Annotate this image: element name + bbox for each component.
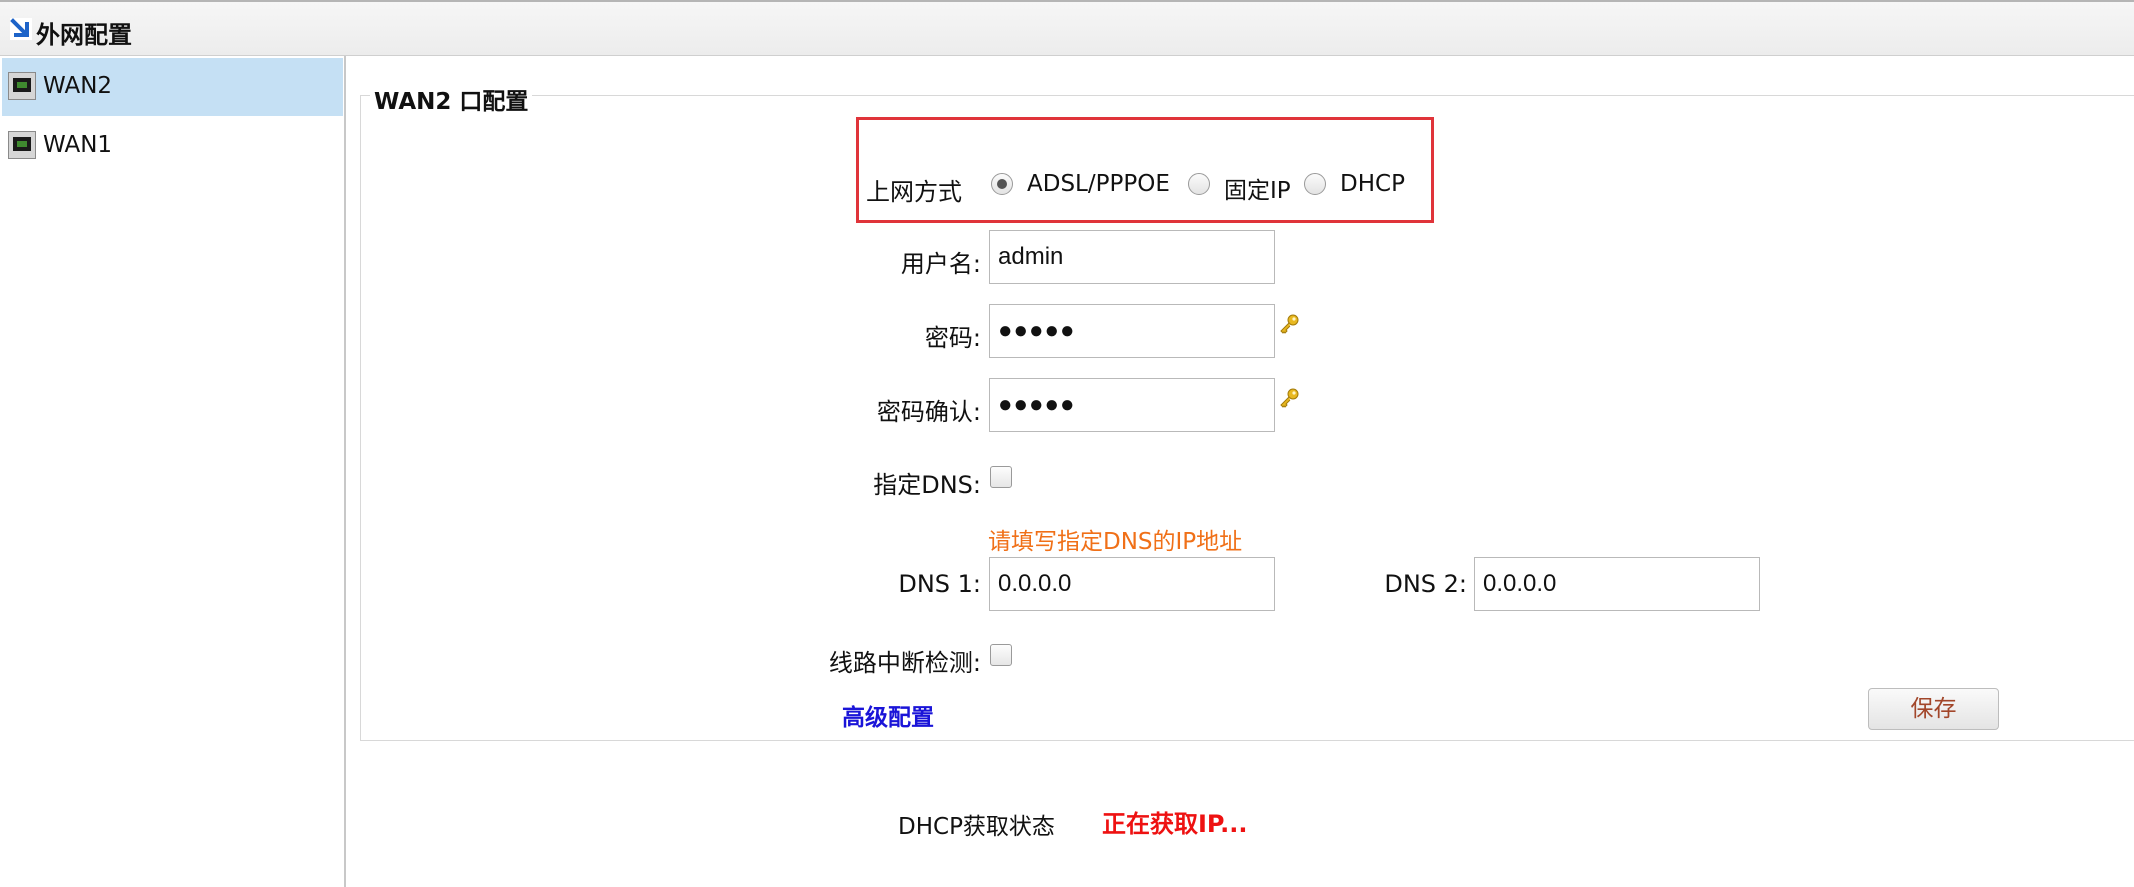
- page-title: 外网配置: [36, 21, 132, 49]
- network-port-icon: [8, 131, 36, 159]
- username-input[interactable]: admin: [989, 230, 1275, 284]
- option-label-adsl-pppoe: ADSL/PPPOE: [1027, 171, 1170, 197]
- option-label-dhcp: DHCP: [1340, 171, 1405, 197]
- radio-dhcp[interactable]: [1304, 173, 1326, 195]
- option-label-static-ip: 固定IP: [1224, 178, 1291, 204]
- radio-adsl-pppoe[interactable]: [991, 173, 1013, 195]
- sidebar-item-wan1[interactable]: WAN1: [2, 117, 343, 175]
- title-bar: 外网配置: [0, 0, 2134, 56]
- fieldset-legend: WAN2 口配置: [370, 82, 533, 116]
- dhcp-status-value: 正在获取IP...: [1102, 810, 1248, 838]
- password-input[interactable]: ●●●●●: [989, 304, 1275, 358]
- network-port-icon: [8, 72, 36, 100]
- line-check-label: 线路中断检测:: [828, 649, 981, 677]
- sidebar-item-label: WAN2: [43, 73, 113, 99]
- confirm-password-input[interactable]: ●●●●●: [989, 378, 1275, 432]
- dns1-label: DNS 1:: [898, 570, 981, 598]
- radio-static-ip[interactable]: [1188, 173, 1210, 195]
- dhcp-status-label: DHCP获取状态: [898, 814, 1055, 840]
- dns2-label: DNS 2:: [1384, 570, 1467, 598]
- arrow-down-right-icon: [10, 18, 32, 40]
- sidebar-item-label: WAN1: [43, 132, 113, 158]
- key-icon[interactable]: [1278, 313, 1300, 335]
- key-icon[interactable]: [1278, 387, 1300, 409]
- save-button[interactable]: 保存: [1868, 688, 1999, 730]
- password-label: 密码:: [924, 324, 981, 352]
- specify-dns-label: 指定DNS:: [873, 471, 981, 499]
- connection-type-label: 上网方式: [866, 178, 962, 206]
- specify-dns-checkbox[interactable]: [990, 466, 1012, 488]
- confirm-password-label: 密码确认:: [876, 398, 981, 426]
- line-check-checkbox[interactable]: [990, 644, 1012, 666]
- dns-hint-text: 请填写指定DNS的IP地址: [988, 529, 1243, 555]
- dns2-input[interactable]: 0.0.0.0: [1474, 557, 1760, 611]
- advanced-config-link[interactable]: 高级配置: [842, 698, 934, 732]
- sidebar-item-wan2[interactable]: WAN2: [2, 58, 343, 116]
- sidebar: WAN2 WAN1: [0, 56, 346, 887]
- dns1-input[interactable]: 0.0.0.0: [989, 557, 1275, 611]
- username-label: 用户名:: [900, 250, 981, 278]
- connection-type-highlight: [856, 117, 1434, 223]
